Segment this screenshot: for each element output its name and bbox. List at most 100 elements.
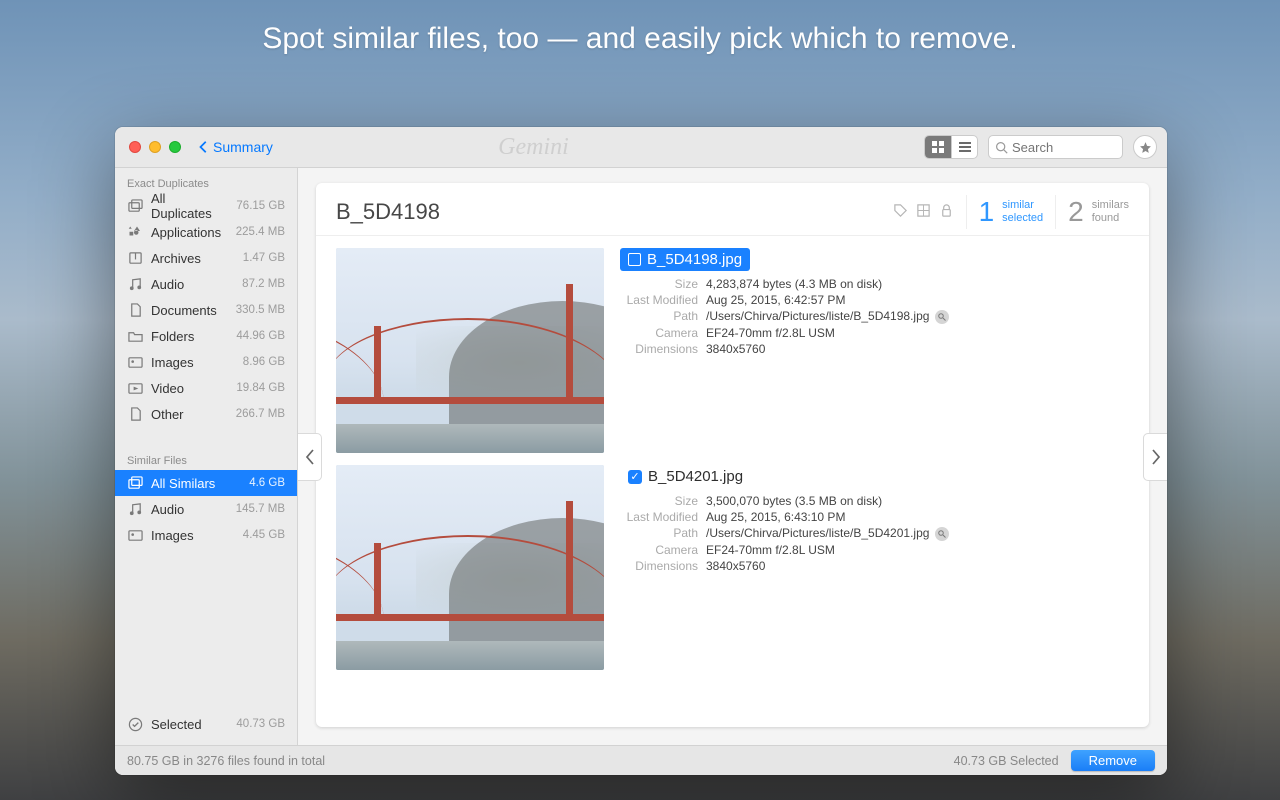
sidebar-item-label: Images [151,528,235,543]
meta-val-camera: EF24-70mm f/2.8L USM [706,326,1129,340]
app-logo: Gemini [498,134,569,161]
sidebar-item-all-duplicates[interactable]: All Duplicates 76.15 GB [115,193,297,219]
sidebar-item-size: 4.45 GB [243,529,285,541]
meta-val-modified: Aug 25, 2015, 6:42:57 PM [706,293,1129,307]
chevron-right-icon [1151,449,1161,465]
meta-key-size: Size [620,277,698,291]
detail-body: B_5D4198.jpg Size 4,283,874 bytes (4.3 M… [316,236,1149,727]
file-name-badge[interactable]: B_5D4198.jpg [620,248,750,271]
sidebar-item-archives[interactable]: Archives 1.47 GB [115,245,297,271]
meta-val-modified: Aug 25, 2015, 6:43:10 PM [706,510,1129,524]
sidebar-item-size: 87.2 MB [242,278,285,290]
sidebar-item-documents[interactable]: Documents 330.5 MB [115,297,297,323]
sidebar-item-label: Documents [151,303,228,318]
file-name-badge[interactable]: ✓ B_5D4201.jpg [620,465,751,488]
count-label: similar [1002,199,1043,212]
sidebar-item-size: 145.7 MB [236,503,285,515]
meta-key-path: Path [620,309,698,324]
file-name: B_5D4201.jpg [648,468,743,485]
sidebar-item-applications[interactable]: Applications 225.4 MB [115,219,297,245]
back-button[interactable]: Summary [197,139,273,155]
video-icon [127,380,143,396]
group-name: B_5D4198 [336,199,893,225]
sidebar-item-similar-audio[interactable]: Audio 145.7 MB [115,496,297,522]
sidebar-item-audio[interactable]: Audio 87.2 MB [115,271,297,297]
status-summary: 80.75 GB in 3276 files found in total [127,754,325,768]
sidebar-item-label: All Similars [151,476,241,491]
view-toggle [924,135,978,159]
marketing-headline: Spot similar files, too — and easily pic… [0,22,1280,56]
count-number: 1 [979,196,995,228]
sidebar-item-label: Folders [151,329,228,344]
file-thumbnail[interactable] [336,248,604,453]
sidebar-item-label: All Duplicates [151,191,228,221]
prev-group-button[interactable] [298,433,322,481]
count-number: 2 [1068,196,1084,228]
sidebar-item-other[interactable]: Other 266.7 MB [115,401,297,427]
count-label: selected [1002,212,1043,225]
tag-button[interactable] [893,203,908,221]
meta-key-dimensions: Dimensions [620,559,698,573]
file-thumbnail[interactable] [336,465,604,670]
chevron-left-icon [305,449,315,465]
remove-button[interactable]: Remove [1071,750,1155,771]
image-icon [127,527,143,543]
sidebar-item-label: Archives [151,251,235,266]
meta-val-size: 3,500,070 bytes (3.5 MB on disk) [706,494,1129,508]
next-group-button[interactable] [1143,433,1167,481]
reveal-in-finder-button[interactable] [935,527,949,541]
sidebar-item-label: Applications [151,225,228,240]
reveal-in-finder-button[interactable] [935,310,949,324]
search-field[interactable] [988,135,1123,159]
detail-header: B_5D4198 1 similar selected [316,183,1149,236]
list-view-button[interactable] [951,136,977,158]
sidebar-item-size: 225.4 MB [236,226,285,238]
main-panel: B_5D4198 1 similar selected [298,168,1167,745]
favorites-button[interactable] [1133,135,1157,159]
sidebar-item-video[interactable]: Video 19.84 GB [115,375,297,401]
chevron-left-icon [197,140,211,154]
sidebar-item-size: 44.96 GB [236,330,285,342]
lock-button[interactable] [939,203,954,221]
sidebar-section-similar: Similar Files [115,449,297,470]
sidebar-item-size: 330.5 MB [236,304,285,316]
meta-val-size: 4,283,874 bytes (4.3 MB on disk) [706,277,1129,291]
sidebar-item-size: 40.73 GB [236,718,285,730]
lock-icon [939,203,954,218]
table-icon [916,203,931,218]
sidebar-item-size: 8.96 GB [243,356,285,368]
list-icon [959,141,971,153]
sidebar-item-label: Audio [151,277,234,292]
sidebar-item-images[interactable]: Images 8.96 GB [115,349,297,375]
sidebar-item-folders[interactable]: Folders 44.96 GB [115,323,297,349]
file-row: ✓ B_5D4201.jpg Size 3,500,070 bytes (3.5… [336,465,1129,670]
search-icon [995,141,1008,154]
sidebar-item-similar-images[interactable]: Images 4.45 GB [115,522,297,548]
fullscreen-window-button[interactable] [169,141,181,153]
music-icon [127,501,143,517]
toolbar: Summary Gemini [115,127,1167,168]
folder-icon [127,328,143,344]
back-label: Summary [213,139,273,155]
sidebar-item-size: 76.15 GB [236,200,285,212]
sidebar-item-all-similars[interactable]: All Similars 4.6 GB [115,470,297,496]
meta-val-path: /Users/Chirva/Pictures/liste/B_5D4198.jp… [706,309,929,323]
table-button[interactable] [916,203,931,221]
minimize-window-button[interactable] [149,141,161,153]
meta-val-path: /Users/Chirva/Pictures/liste/B_5D4201.jp… [706,526,929,540]
sidebar-item-label: Images [151,355,235,370]
count-label: similars [1092,199,1129,212]
document-icon [127,302,143,318]
search-icon [938,313,946,321]
grid-icon [932,141,944,153]
search-input[interactable] [1012,140,1116,155]
app-window: Summary Gemini Exact Duplicates All D [115,127,1167,775]
sidebar-item-size: 1.47 GB [243,252,285,264]
star-icon [1139,141,1152,154]
meta-key-path: Path [620,526,698,541]
grid-view-button[interactable] [925,136,951,158]
close-window-button[interactable] [129,141,141,153]
sidebar-item-selected[interactable]: Selected 40.73 GB [115,711,297,737]
meta-key-camera: Camera [620,543,698,557]
meta-key-camera: Camera [620,326,698,340]
